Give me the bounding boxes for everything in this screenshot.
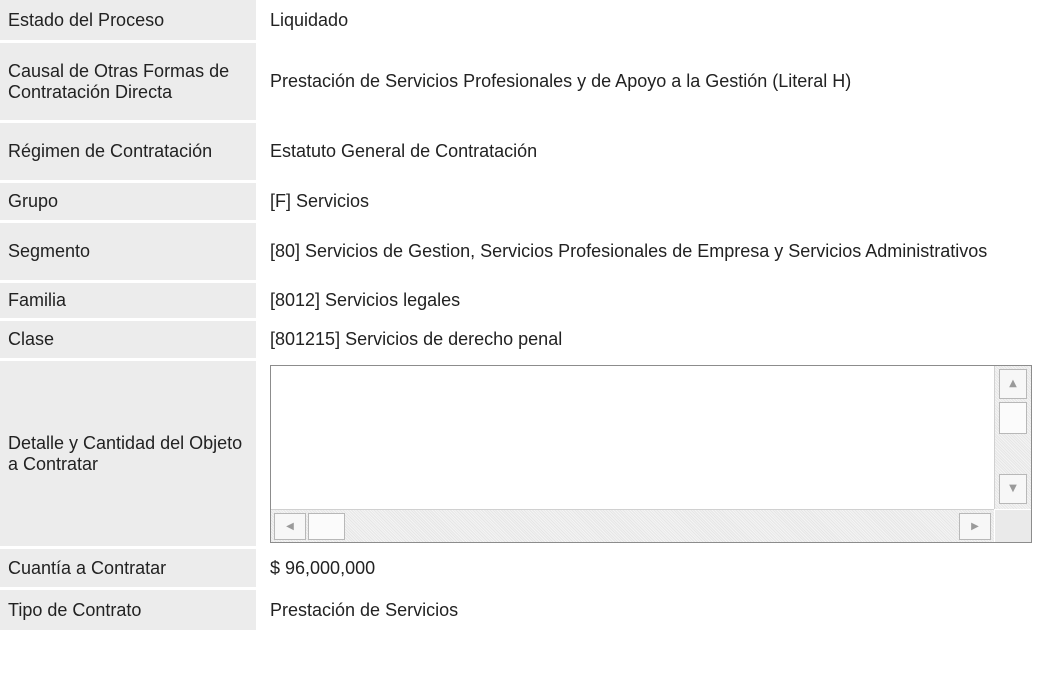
- label-regimen: Régimen de Contratación: [0, 123, 262, 183]
- vertical-scrollbar[interactable]: ▲ ▼: [994, 365, 1031, 509]
- vertical-scroll-thumb[interactable]: [999, 401, 1027, 434]
- value-familia: [8012] Servicios legales: [262, 283, 1040, 321]
- value-tipo: Prestación de Servicios: [262, 590, 1040, 633]
- scroll-down-icon[interactable]: ▼: [999, 473, 1027, 504]
- horizontal-scrollbar[interactable]: ◀ ▶: [271, 508, 994, 542]
- table-row-clase: Clase [801215] Servicios de derecho pena…: [0, 321, 1040, 361]
- value-cuantia: $ 96,000,000: [262, 549, 1040, 590]
- detalle-textarea[interactable]: ▲ ▼ ◀ ▶: [270, 364, 1032, 543]
- label-estado: Estado del Proceso: [0, 0, 262, 43]
- scroll-right-icon[interactable]: ▶: [959, 512, 991, 540]
- value-segmento: [80] Servicios de Gestion, Servicios Pro…: [262, 223, 1040, 283]
- label-detalle: Detalle y Cantidad del Objeto a Contrata…: [0, 361, 262, 549]
- horizontal-scroll-thumb[interactable]: [308, 512, 345, 540]
- table-row-tipo: Tipo de Contrato Prestación de Servicios: [0, 590, 1040, 633]
- value-estado: Liquidado: [262, 0, 1040, 43]
- process-details-table: Estado del Proceso Liquidado Causal de O…: [0, 0, 1040, 633]
- value-regimen: Estatuto General de Contratación: [262, 123, 1040, 183]
- value-clase: [801215] Servicios de derecho penal: [262, 321, 1040, 361]
- label-cuantia: Cuantía a Contratar: [0, 549, 262, 590]
- table-row-grupo: Grupo [F] Servicios: [0, 183, 1040, 223]
- table-row-detalle: Detalle y Cantidad del Objeto a Contrata…: [0, 361, 1040, 549]
- value-grupo: [F] Servicios: [262, 183, 1040, 223]
- scroll-up-icon[interactable]: ▲: [999, 368, 1027, 399]
- table-row-regimen: Régimen de Contratación Estatuto General…: [0, 123, 1040, 183]
- label-tipo: Tipo de Contrato: [0, 590, 262, 633]
- table-row-causal: Causal de Otras Formas de Contratación D…: [0, 43, 1040, 123]
- label-clase: Clase: [0, 321, 262, 361]
- label-grupo: Grupo: [0, 183, 262, 223]
- table-row-cuantia: Cuantía a Contratar $ 96,000,000: [0, 549, 1040, 590]
- label-causal: Causal de Otras Formas de Contratación D…: [0, 43, 262, 123]
- scroll-left-icon[interactable]: ◀: [274, 512, 306, 540]
- label-familia: Familia: [0, 283, 262, 321]
- label-segmento: Segmento: [0, 223, 262, 283]
- value-causal: Prestación de Servicios Profesionales y …: [262, 43, 1040, 123]
- table-row-estado: Estado del Proceso Liquidado: [0, 0, 1040, 43]
- value-detalle: ▲ ▼ ◀ ▶: [262, 361, 1040, 549]
- scrollbar-corner: [995, 509, 1031, 542]
- table-row-familia: Familia [8012] Servicios legales: [0, 283, 1040, 321]
- table-row-segmento: Segmento [80] Servicios de Gestion, Serv…: [0, 223, 1040, 283]
